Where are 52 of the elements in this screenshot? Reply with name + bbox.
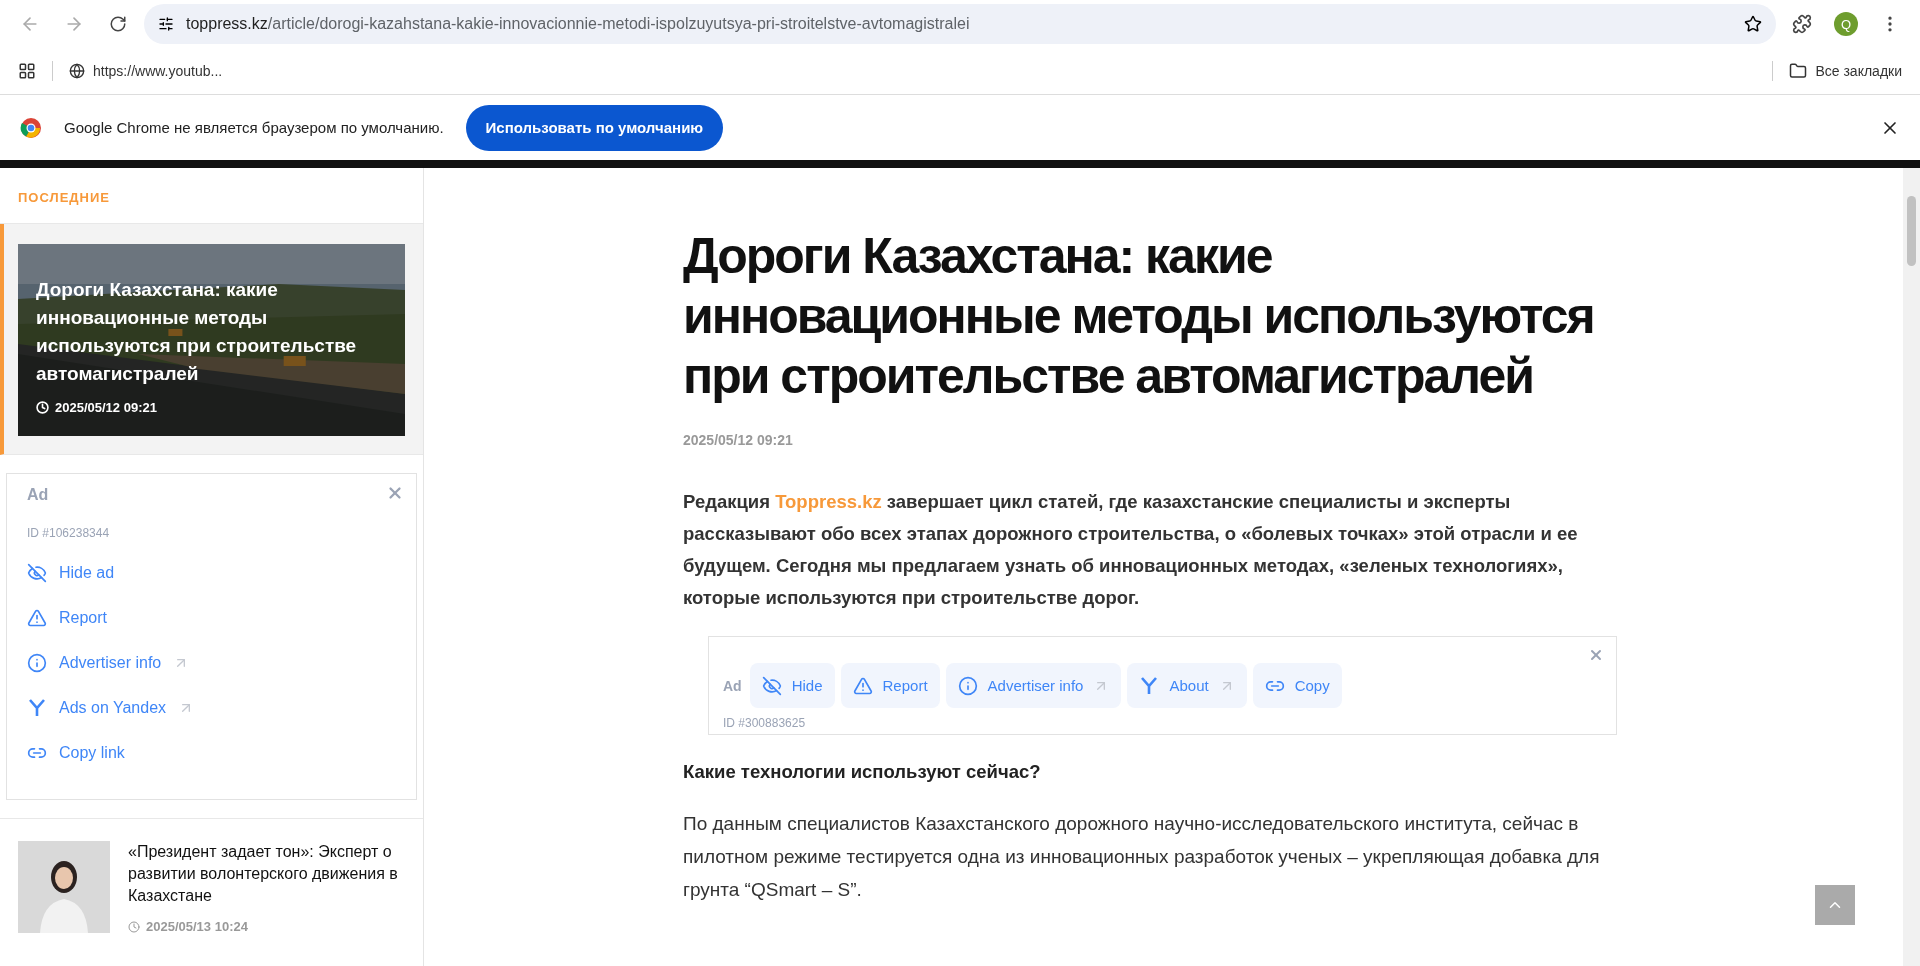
ad-menu-link[interactable]: Ads on Yandex: [27, 685, 396, 730]
article-date: 2025/05/12 09:21: [683, 432, 794, 448]
url-text: toppress.kz/article/dorogi-kazahstana-kakie-innovacionnie-metodi-ispolzuyutsya-pri-stroitelstve-avtomagistralei: [186, 15, 970, 33]
ad-action-button[interactable]: Report: [840, 663, 940, 708]
site-link[interactable]: Toppress.kz: [775, 491, 882, 512]
reload-icon[interactable]: [109, 15, 127, 33]
clock-icon: [128, 920, 140, 933]
ad-action-button[interactable]: Advertiser info: [945, 663, 1122, 708]
section-heading: ПОСЛЕДНИЕ: [18, 190, 110, 205]
ad-label: Ad: [723, 677, 742, 694]
section-heading: Какие технологии используют сейчас?: [683, 761, 1042, 783]
ad-menu-link[interactable]: Hide ad: [27, 550, 396, 595]
bookmark-star-icon[interactable]: [1744, 15, 1762, 33]
set-default-button[interactable]: Использовать по умолчанию: [465, 104, 724, 151]
clock-icon: [36, 401, 49, 414]
folder-icon[interactable]: [1789, 62, 1808, 80]
featured-date: 2025/05/12 09:21: [55, 400, 157, 415]
site-settings-icon[interactable]: [158, 16, 174, 32]
ad-menu-link[interactable]: Report: [27, 595, 396, 640]
globe-icon[interactable]: [69, 63, 85, 79]
article-title: Дороги Казахстана: какие инновационные методы используются при строительстве автомагистралей: [683, 227, 1595, 406]
address-bar[interactable]: toppress.kz/article/dorogi-kazahstana-kakie-innovacionnie-metodi-ispolzuyutsya-pri-stroitelstve-avtomagistralei: [144, 4, 1776, 44]
warning-icon: [27, 607, 47, 628]
news-date: 2025/05/13 10:24: [146, 919, 248, 934]
apps-icon[interactable]: [18, 62, 36, 80]
news-title[interactable]: «Президент задает тон»: Эксперт о развитии волонтерского движения в Казахстане: [128, 841, 405, 907]
infobar-message: Google Chrome не является браузером по умолчанию.: [64, 119, 444, 136]
featured-card[interactable]: Дороги Казахстана: какие инновационные методы используются при строительстве автомагистралей 2025/05/12 09:21: [0, 224, 423, 455]
puzzle-icon[interactable]: [1792, 14, 1812, 34]
y-letter-icon: [1139, 675, 1160, 696]
ad-id: ID #106238344: [27, 526, 111, 540]
all-bookmarks-button[interactable]: Все закладки: [1815, 63, 1902, 79]
ad-label: Ad: [27, 486, 49, 503]
featured-title[interactable]: Дороги Казахстана: какие инновационные методы используются при строительстве автомагистралей: [36, 276, 391, 388]
warning-icon: [852, 675, 873, 696]
eye-off-icon: [27, 562, 47, 583]
ad-id: ID #300883625: [723, 716, 807, 730]
info-icon: [957, 675, 978, 696]
lead-paragraph: Редакция Toppress.kz завершает цикл статей, где казахстанские специалисты и эксперты рассказывают обо всех этапах дорожного строительства, о «болевых точках» этой отрасли и ее будущем. Сегодня мы предлагаем узнать об инновационных методах, «зеленых технологиях», которые используются при строительстве дорог.: [683, 490, 1579, 610]
eye-off-icon: [761, 675, 782, 696]
body-paragraph: По данным специалистов Казахстанского дорожного научно-исследовательского института, сейчас в пилотном режиме тестируется одна из инновационных разработок ученых – укрепляющая добавка для грунта “QSmart – S”.: [683, 812, 1601, 902]
ad-action-button[interactable]: About: [1127, 663, 1247, 708]
info-icon: [27, 652, 47, 673]
chrome-logo-icon: [20, 116, 42, 139]
profile-avatar[interactable]: Q: [1834, 12, 1858, 36]
ad-menu-link[interactable]: Advertiser info: [27, 640, 396, 685]
ad-menu-link[interactable]: Copy link: [27, 730, 396, 775]
ad-action-button[interactable]: Copy: [1252, 663, 1342, 708]
bookmark-item[interactable]: https://www.youtub...: [93, 63, 223, 79]
scrollbar[interactable]: [1903, 168, 1920, 966]
ad-action-button[interactable]: Hide: [749, 663, 835, 708]
y-letter-icon: [27, 697, 47, 718]
